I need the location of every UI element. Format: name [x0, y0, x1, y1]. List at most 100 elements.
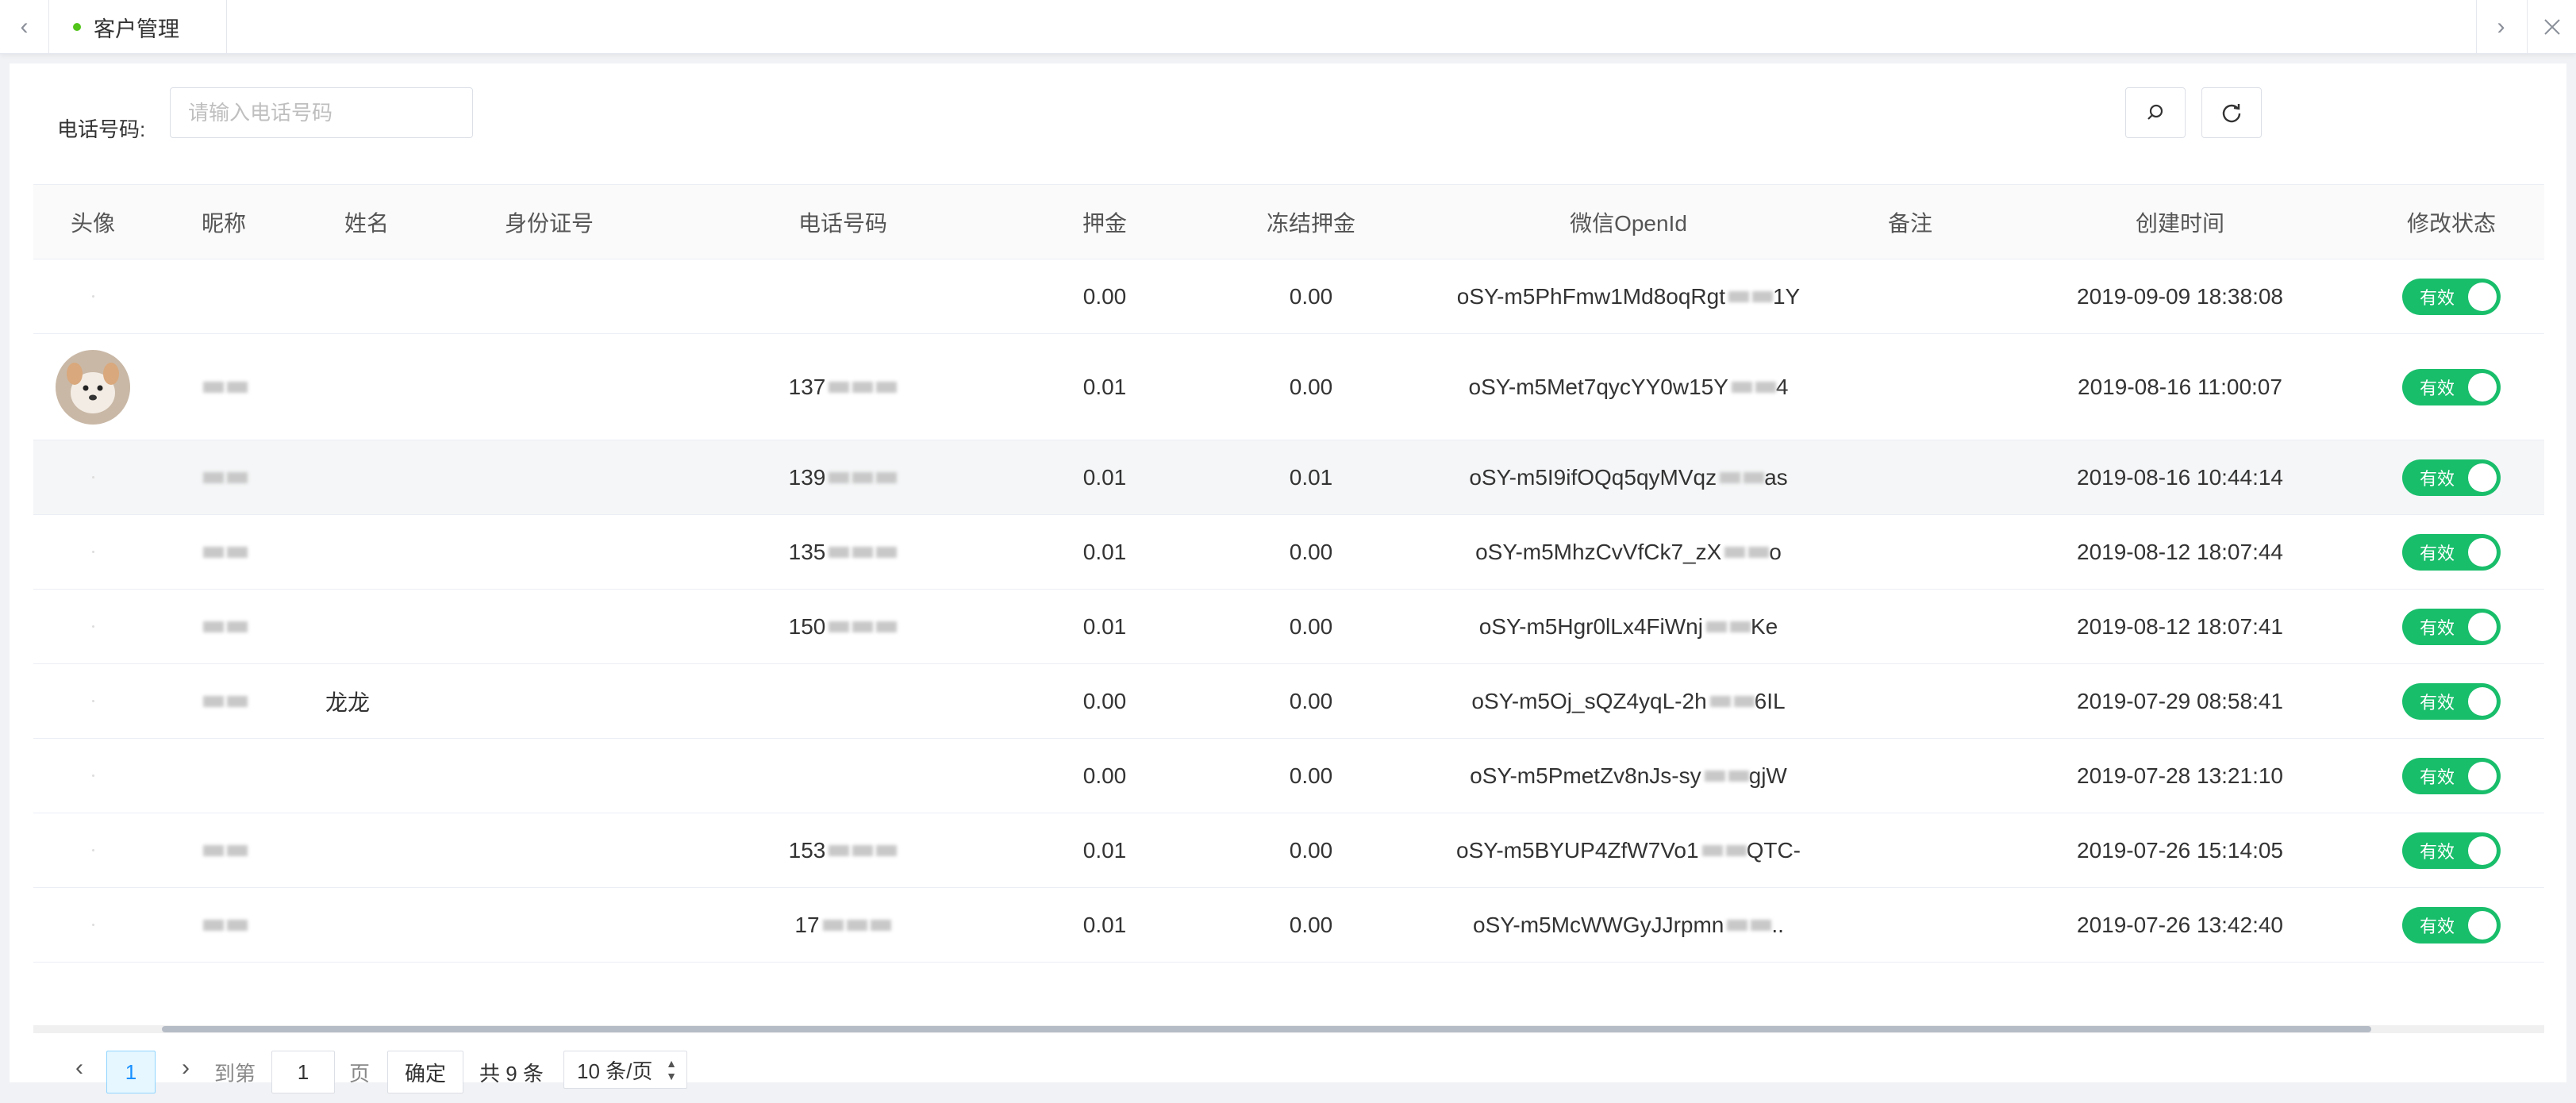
nickname-cell [152, 334, 295, 440]
id-card-cell [438, 334, 660, 440]
id-card-cell [438, 440, 660, 514]
frozen-deposit-cell: 0.00 [1289, 283, 1333, 309]
phone-cell: 153 [660, 813, 1025, 887]
openid-tail: o [1769, 539, 1782, 564]
prev-page-button[interactable]: ‹ [57, 1046, 102, 1090]
status-toggle[interactable]: 有效 [2402, 608, 2501, 645]
table-row: 0.00 0.00 oSY-m5PmetZv8nJs-sy gjW 2019-07-28… [33, 739, 2544, 813]
goto-page-input[interactable] [271, 1051, 335, 1093]
status-toggle[interactable]: 有效 [2402, 832, 2501, 869]
refresh-button[interactable] [2201, 87, 2262, 138]
masked-nickname-icon [203, 695, 224, 707]
toggle-knob [2468, 836, 2497, 865]
tab-scroll-left-button[interactable]: ‹ [0, 0, 49, 54]
note-cell [1819, 888, 2001, 962]
frozen-deposit-cell: 0.00 [1289, 688, 1333, 713]
search-button[interactable] [2125, 87, 2186, 138]
toggle-knob [2468, 537, 2497, 567]
created-at-cell: 2019-08-12 18:07:44 [2077, 539, 2283, 564]
frozen-deposit-cell: 0.00 [1289, 837, 1333, 863]
goto-confirm-button[interactable]: 确定 [387, 1051, 463, 1093]
search-icon [2147, 104, 2163, 120]
openid-prefix: oSY-m5I9ifOQq5qyMVqz [1469, 464, 1717, 490]
status-toggle[interactable]: 有效 [2402, 459, 2501, 496]
next-page-button[interactable]: › [163, 1046, 208, 1090]
created-at-cell: 2019-08-16 11:00:07 [2078, 374, 2282, 399]
name-cell: 龙龙 [325, 690, 371, 715]
masked-phone-icon [876, 546, 898, 558]
tab-scroll-right-button[interactable]: › [2476, 0, 2525, 54]
created-at-cell: 2019-07-26 15:14:05 [2077, 837, 2283, 863]
status-toggle[interactable]: 有效 [2402, 533, 2501, 571]
nickname-cell [152, 664, 295, 738]
content-card: 电话号码: 头像 昵称 姓名 身份证号 电话号码 押金 冻结押金 微信OpenI… [10, 63, 2566, 1093]
status-cell: 有效 [2359, 440, 2544, 514]
horizontal-scrollbar[interactable] [33, 1025, 2544, 1033]
avatar-cell [33, 590, 152, 663]
status-toggle-label: 有效 [2420, 617, 2455, 638]
avatar-cell [33, 259, 152, 333]
avatar-cell [33, 440, 152, 514]
created-at-cell: 2019-08-12 18:07:41 [2077, 613, 2283, 639]
openid-cell: oSY-m5MhzCvVfCk7_zX o [1438, 515, 1819, 589]
table-row: 139 0.01 0.01 oSY-m5I9ifOQq5qyMVqz as 2019-08… [33, 440, 2544, 515]
avatar-placeholder [91, 551, 94, 553]
status-toggle-label: 有效 [2420, 287, 2455, 308]
dog-avatar-icon [56, 349, 130, 425]
header-deposit: 押金 [1082, 210, 1127, 236]
frozen-deposit-cell: 0.00 [1289, 539, 1333, 564]
scrollbar-thumb[interactable] [162, 1026, 2371, 1032]
phone-search-label: 电话号码: [57, 117, 146, 141]
note-cell [1819, 590, 2001, 663]
masked-nickname-icon [203, 844, 224, 856]
table-row: 137 0.01 0.00 oSY-m5Met7qycYY0w15Y 4 2019-08-… [33, 334, 2544, 440]
status-cell: 有效 [2359, 664, 2544, 738]
page-size-select[interactable]: 10 条/页 ▲ ▼ [563, 1051, 687, 1089]
deposit-cell: 0.01 [1082, 912, 1127, 937]
masked-phone-icon [852, 844, 874, 856]
masked-phone-icon [870, 919, 891, 931]
openid-cell: oSY-m5Met7qycYY0w15Y 4 [1438, 334, 1819, 440]
id-card-cell [438, 664, 660, 738]
toggle-knob [2468, 282, 2497, 311]
status-toggle[interactable]: 有效 [2402, 682, 2501, 720]
phone-cell [660, 664, 1025, 738]
phone-search-input[interactable] [170, 87, 473, 138]
status-cell: 有效 [2359, 334, 2544, 440]
deposit-cell: 0.01 [1082, 613, 1127, 639]
name-cell [295, 888, 438, 962]
name-cell [295, 739, 438, 813]
header-created-at: 创建时间 [2135, 210, 2224, 236]
nickname-cell [152, 888, 295, 962]
frozen-deposit-cell: 0.01 [1289, 464, 1333, 490]
header-status: 修改状态 [2406, 210, 2496, 236]
masked-phone-icon [829, 471, 850, 483]
tab-customer-management[interactable]: 客户管理 [49, 0, 227, 54]
status-toggle[interactable]: 有效 [2402, 906, 2501, 944]
masked-nickname-icon [203, 471, 224, 483]
table-row: 17 0.01 0.00 oSY-m5McWWGyJJrpmn.. 2019-07-26… [33, 888, 2544, 963]
toggle-knob [2468, 910, 2497, 940]
note-cell [1819, 739, 2001, 813]
phone-prefix: 137 [788, 374, 826, 399]
status-toggle-label: 有效 [2420, 468, 2455, 489]
status-toggle[interactable]: 有效 [2402, 278, 2501, 315]
openid-cell: oSY-m5I9ifOQq5qyMVqz as [1438, 440, 1819, 514]
status-cell: 有效 [2359, 813, 2544, 887]
table-row: 135 0.01 0.00 oSY-m5MhzCvVfCk7_zX o 2019-08-1… [33, 515, 2544, 590]
openid-cell: oSY-m5BYUP4ZfW7Vo1 QTC- [1438, 813, 1819, 887]
page-1-button[interactable]: 1 [106, 1051, 156, 1093]
openid-prefix: oSY-m5Oj_sQZ4yqL-2h [1471, 688, 1707, 713]
nickname-cell [152, 259, 295, 333]
total-count: 共 9 条 [479, 1061, 544, 1086]
note-cell [1819, 259, 2001, 333]
id-card-cell [438, 888, 660, 962]
status-toggle[interactable]: 有效 [2402, 368, 2501, 405]
masked-openid-icon [1748, 546, 1770, 558]
close-tabs-button[interactable] [2527, 0, 2576, 54]
status-toggle[interactable]: 有效 [2402, 757, 2501, 794]
masked-nickname-icon [203, 919, 224, 931]
frozen-deposit-cell: 0.00 [1289, 912, 1333, 937]
table-header-row: 头像 昵称 姓名 身份证号 电话号码 押金 冻结押金 微信OpenId 备注 创… [33, 185, 2544, 259]
header-id-card: 身份证号 [504, 210, 594, 236]
